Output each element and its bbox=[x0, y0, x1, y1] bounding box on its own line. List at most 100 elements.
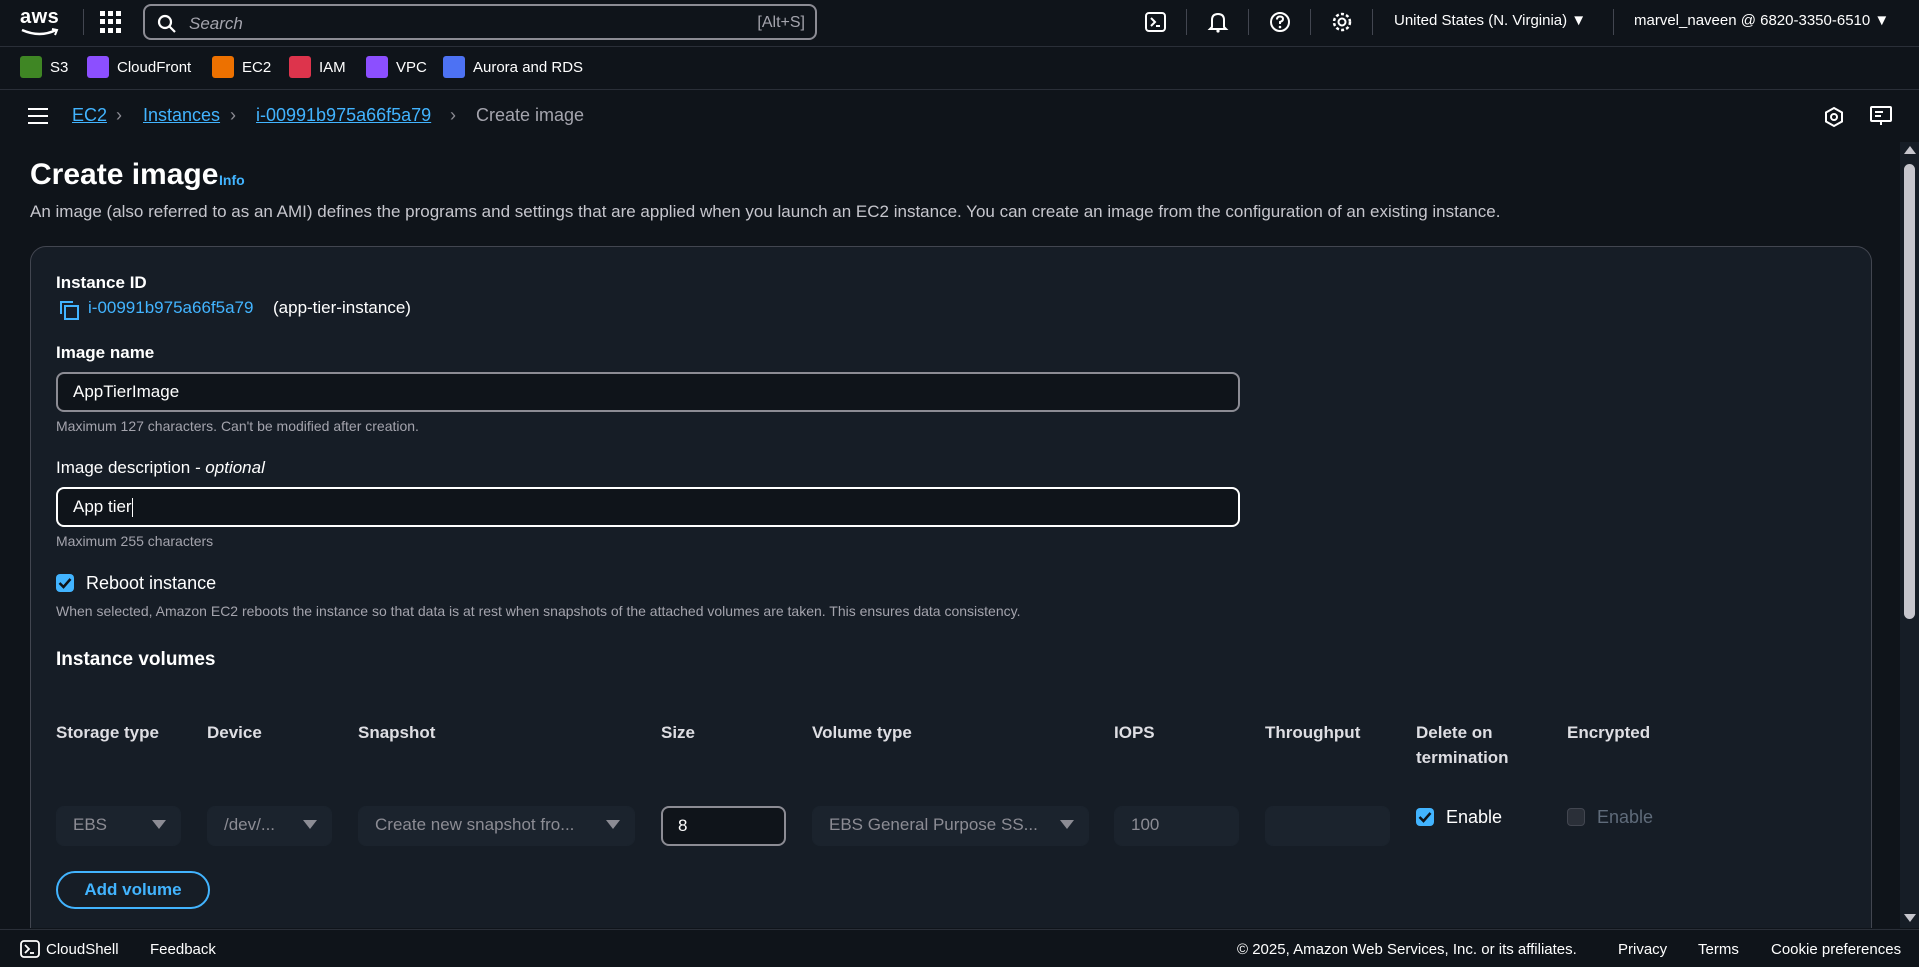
reboot-instance-label[interactable]: Reboot instance bbox=[86, 573, 216, 594]
terms-link[interactable]: Terms bbox=[1698, 941, 1739, 958]
page-description: An image (also referred to as an AMI) de… bbox=[30, 202, 1501, 221]
nav-divider bbox=[1310, 9, 1311, 35]
image-name-hint: Maximum 127 characters. Can't be modifie… bbox=[56, 418, 419, 434]
chevron-right-icon: › bbox=[450, 105, 456, 125]
snapshot-select[interactable]: Create new snapshot fro... bbox=[358, 806, 635, 846]
volume-type-value: EBS General Purpose SS... bbox=[829, 815, 1038, 834]
encrypted-label: Enable bbox=[1597, 807, 1654, 827]
feedback-link[interactable]: Feedback bbox=[150, 941, 216, 958]
cloudshell-icon[interactable] bbox=[1144, 10, 1168, 34]
instance-id-row bbox=[58, 155, 80, 321]
encrypted-checkbox bbox=[1567, 808, 1585, 826]
image-description-label-text: Image description bbox=[56, 458, 191, 477]
chevron-right-icon: › bbox=[230, 105, 236, 125]
aws-logo[interactable]: aws bbox=[20, 6, 60, 38]
instance-name: (app-tier-instance) bbox=[273, 298, 411, 317]
header-delete-line2: termination bbox=[1416, 748, 1509, 767]
header-delete-on-termination: Delete on termination bbox=[1416, 720, 1509, 770]
aws-logo-text: aws bbox=[20, 6, 60, 28]
side-navigation-menu-icon[interactable] bbox=[28, 108, 48, 124]
search-shortcut: [Alt+S] bbox=[757, 14, 805, 31]
favorite-aurora-rds[interactable]: Aurora and RDS bbox=[443, 56, 583, 78]
caret-down-icon bbox=[606, 820, 620, 829]
checkmark-icon bbox=[58, 578, 72, 589]
add-volume-button[interactable]: Add volume bbox=[56, 871, 210, 909]
image-description-input[interactable]: App tier bbox=[56, 487, 1240, 527]
ec2-icon bbox=[212, 56, 234, 78]
header-iops: IOPS bbox=[1114, 723, 1155, 742]
image-name-input[interactable]: AppTierImage bbox=[56, 372, 1240, 412]
header-device: Device bbox=[207, 723, 262, 742]
volume-type-select[interactable]: EBS General Purpose SS... bbox=[812, 806, 1089, 846]
cloudshell-footer-icon[interactable] bbox=[20, 940, 40, 958]
image-description-label: Image description - optional bbox=[56, 458, 265, 478]
device-value: /dev/... bbox=[224, 815, 276, 834]
nav-divider bbox=[1613, 9, 1614, 35]
storage-type-select[interactable]: EBS bbox=[56, 806, 181, 846]
breadcrumb-instance-id[interactable]: i-00991b975a66f5a79 bbox=[256, 105, 431, 126]
nav-divider bbox=[1248, 9, 1249, 35]
copy-icon[interactable] bbox=[58, 299, 80, 321]
cookie-preferences-link[interactable]: Cookie preferences bbox=[1771, 941, 1901, 958]
nav-divider bbox=[1372, 9, 1373, 35]
throughput-input[interactable] bbox=[1265, 806, 1390, 846]
image-name-label: Image name bbox=[56, 343, 155, 362]
image-description-value: App tier bbox=[73, 497, 132, 516]
settings-gear-icon[interactable] bbox=[1330, 10, 1354, 34]
nav-divider bbox=[1186, 9, 1187, 35]
help-panel-icon[interactable] bbox=[1869, 105, 1893, 127]
cloudfront-icon bbox=[87, 56, 109, 78]
header-encrypted: Encrypted bbox=[1567, 723, 1651, 742]
size-input[interactable]: 8 bbox=[661, 806, 786, 846]
favorite-iam[interactable]: IAM bbox=[289, 56, 346, 78]
breadcrumb-bar: EC2 › Instances › i-00991b975a66f5a79 › … bbox=[0, 91, 1919, 141]
breadcrumb-instances[interactable]: Instances bbox=[143, 105, 220, 126]
top-navigation: aws Search [Alt+S] United States (N. Vir… bbox=[0, 0, 1919, 44]
help-icon[interactable] bbox=[1268, 10, 1292, 34]
scrollbar-thumb[interactable] bbox=[1904, 164, 1915, 619]
scroll-up-icon[interactable] bbox=[1904, 146, 1916, 154]
iops-input[interactable]: 100 bbox=[1114, 806, 1239, 846]
account-menu[interactable]: marvel_naveen @ 6820-3350-6510 ▼ bbox=[1634, 12, 1889, 29]
iam-icon bbox=[289, 56, 311, 78]
header-snapshot: Snapshot bbox=[358, 723, 436, 742]
snapshot-value: Create new snapshot fro... bbox=[375, 815, 575, 834]
scroll-down-icon[interactable] bbox=[1904, 914, 1916, 922]
favorite-label: CloudFront bbox=[117, 58, 192, 76]
instance-volumes-heading: Instance volumes bbox=[56, 649, 216, 670]
header-delete-line1: Delete on bbox=[1416, 723, 1493, 742]
favorite-label: IAM bbox=[319, 58, 346, 76]
nav-divider bbox=[83, 9, 84, 35]
services-menu-icon[interactable] bbox=[100, 11, 122, 33]
notifications-bell-icon[interactable] bbox=[1206, 10, 1230, 34]
privacy-link[interactable]: Privacy bbox=[1618, 941, 1667, 958]
favorite-label: Aurora and RDS bbox=[473, 58, 584, 76]
header-throughput: Throughput bbox=[1265, 723, 1361, 742]
caret-down-icon bbox=[1060, 820, 1074, 829]
favorite-label: EC2 bbox=[242, 58, 272, 76]
copyright: © 2025, Amazon Web Services, Inc. or its… bbox=[1237, 941, 1577, 958]
instance-id-link[interactable]: i-00991b975a66f5a79 bbox=[88, 298, 253, 318]
favorite-ec2[interactable]: EC2 bbox=[212, 56, 271, 78]
notifications-hexagon-icon[interactable] bbox=[1823, 106, 1845, 128]
search-bar[interactable]: Search [Alt+S] bbox=[143, 4, 817, 40]
checkmark-icon bbox=[1418, 812, 1432, 823]
breadcrumb-ec2[interactable]: EC2 bbox=[72, 105, 107, 126]
reboot-instance-checkbox[interactable] bbox=[56, 574, 74, 592]
header-storage-type: Storage type bbox=[56, 723, 159, 742]
device-select[interactable]: /dev/... bbox=[207, 806, 332, 846]
info-link[interactable]: Info bbox=[219, 172, 245, 188]
delete-on-termination-label: Enable bbox=[1446, 807, 1503, 827]
text-cursor bbox=[131, 498, 133, 518]
page-scrollbar[interactable] bbox=[1900, 142, 1919, 928]
region-selector[interactable]: United States (N. Virginia) ▼ bbox=[1394, 12, 1586, 29]
cloudshell-link[interactable]: CloudShell bbox=[46, 941, 119, 958]
favorite-cloudfront[interactable]: CloudFront bbox=[87, 56, 191, 78]
favorite-s3[interactable]: S3 bbox=[20, 56, 68, 78]
favorite-vpc[interactable]: VPC bbox=[366, 56, 427, 78]
delete-on-termination-checkbox[interactable] bbox=[1416, 808, 1434, 826]
search-placeholder: Search bbox=[189, 14, 243, 33]
s3-icon bbox=[20, 56, 42, 78]
breadcrumb-current: Create image bbox=[476, 105, 585, 125]
favorites-bar: S3 CloudFront EC2 IAM VPC Aurora and RDS bbox=[0, 46, 1919, 90]
